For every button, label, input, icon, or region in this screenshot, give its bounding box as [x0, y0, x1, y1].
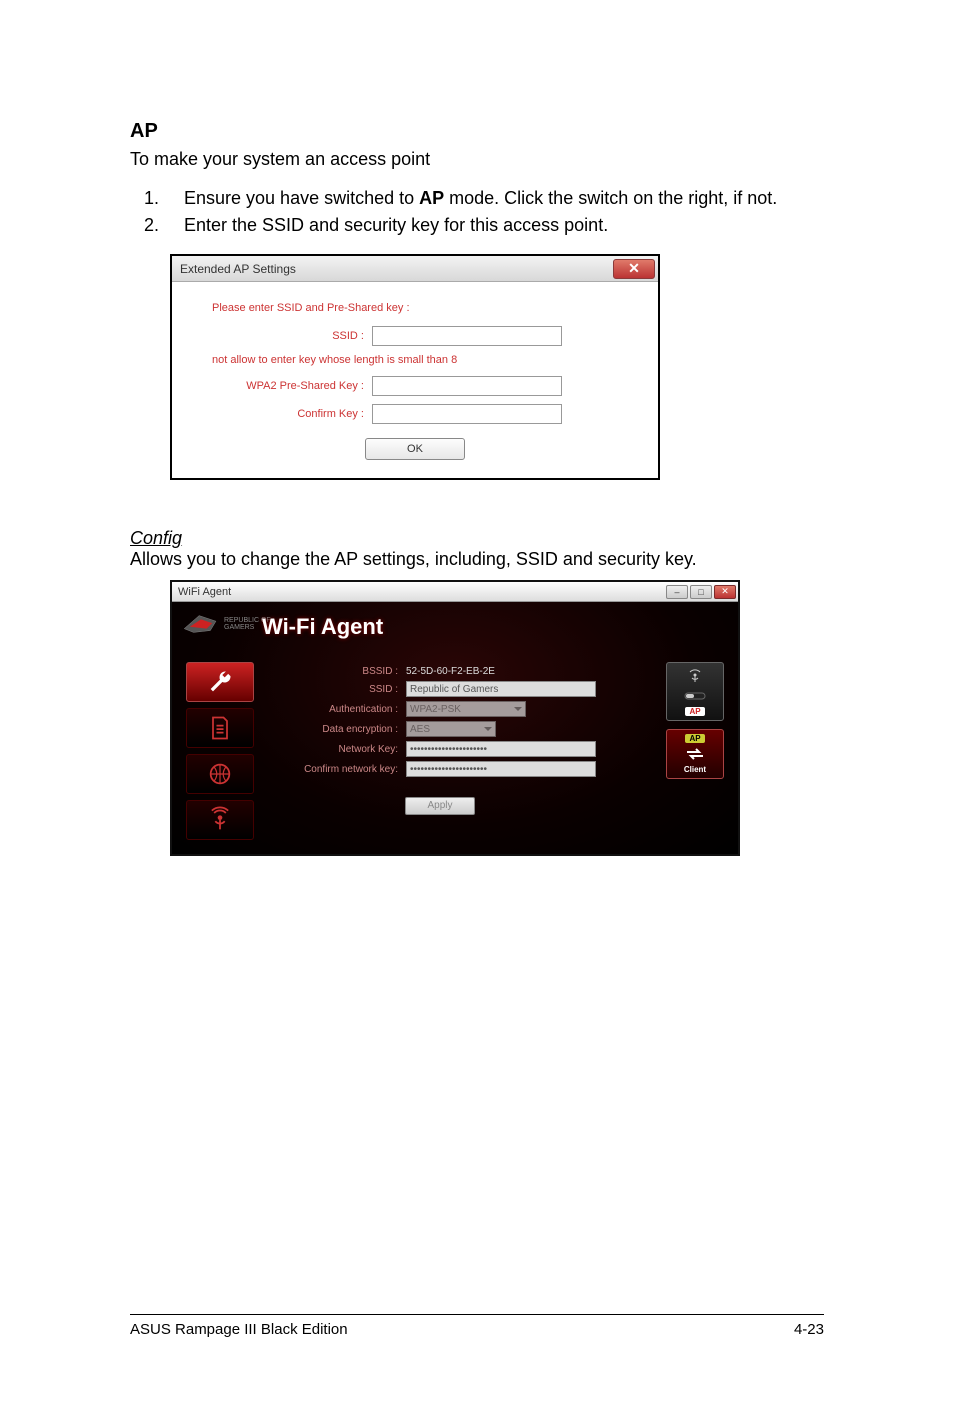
ssid-label: SSID : — [286, 684, 406, 695]
config-description: Allows you to change the AP settings, in… — [130, 549, 824, 570]
config-heading: Config — [130, 528, 824, 549]
minimize-button[interactable]: – — [666, 585, 688, 599]
ssid-input[interactable] — [372, 326, 562, 346]
mode-tag-ap: AP — [685, 707, 704, 716]
step-text-a: Enter the SSID and security key for this… — [184, 215, 608, 235]
bssid-value: 52-5D-60-F2-EB-2E — [406, 666, 596, 677]
section-heading: AP — [130, 120, 824, 143]
extended-ap-settings-dialog: Extended AP Settings ✕ Please enter SSID… — [170, 254, 660, 480]
close-button[interactable]: ✕ — [714, 585, 736, 599]
authentication-select[interactable]: WPA2-PSK — [406, 701, 526, 717]
confirm-key-input[interactable] — [372, 404, 562, 424]
rog-logo-icon — [182, 610, 220, 638]
apply-button[interactable]: Apply — [405, 797, 475, 815]
confirm-key-label: Confirm Key : — [212, 408, 372, 420]
sidebar-item-setup[interactable] — [186, 662, 254, 702]
app-title: Wi-Fi Agent — [262, 614, 383, 640]
mode-label-client: Client — [684, 765, 706, 774]
mode-switch-column: AP AP Client — [666, 662, 724, 840]
minimize-icon: – — [674, 587, 679, 597]
psk-label: WPA2 Pre-Shared Key : — [212, 380, 372, 392]
footer-right: 4-23 — [794, 1321, 824, 1338]
window-title: WiFi Agent — [178, 586, 231, 598]
section-subheading: To make your system an access point — [130, 149, 824, 170]
document-icon — [206, 714, 234, 742]
ok-button[interactable]: OK — [365, 438, 465, 460]
rog-logo-wrap: REPUBLIC OF GAMERS — [182, 610, 271, 638]
step-text-a: Ensure you have switched to — [184, 188, 419, 208]
sidebar-item-network[interactable] — [186, 754, 254, 794]
step-text: Ensure you have switched to AP mode. Cli… — [184, 188, 824, 209]
encryption-label: Data encryption : — [286, 724, 406, 735]
page-footer: ASUS Rampage III Black Edition 4-23 — [130, 1314, 824, 1338]
window-titlebar: WiFi Agent – □ ✕ — [172, 582, 738, 602]
steps-list: 1. Ensure you have switched to AP mode. … — [130, 188, 824, 236]
step-text: Enter the SSID and security key for this… — [184, 215, 824, 236]
mode-indicator-ap: AP — [666, 662, 724, 721]
ssid-input[interactable] — [406, 681, 596, 697]
close-icon: ✕ — [628, 260, 640, 277]
footer-left: ASUS Rampage III Black Edition — [130, 1321, 348, 1338]
dialog-titlebar: Extended AP Settings ✕ — [172, 256, 658, 282]
switch-icon — [683, 687, 707, 705]
maximize-icon: □ — [698, 587, 703, 597]
ssid-label: SSID : — [212, 330, 372, 342]
mode-switch-client[interactable]: AP Client — [666, 729, 724, 779]
close-button[interactable]: ✕ — [613, 259, 655, 279]
dialog-title: Extended AP Settings — [180, 262, 296, 276]
confirm-network-key-label: Confirm network key: — [286, 764, 406, 775]
wifi-agent-window: WiFi Agent – □ ✕ REPUBLIC OF GAMERS Wi-F… — [170, 580, 740, 856]
network-key-input[interactable] — [406, 741, 596, 757]
network-key-label: Network Key: — [286, 744, 406, 755]
step-text-b: mode. Click the switch on the right, if … — [444, 188, 777, 208]
ap-config-form: BSSID : 52-5D-60-F2-EB-2E SSID : Authent… — [266, 662, 654, 840]
step-number: 2. — [144, 215, 184, 236]
maximize-button[interactable]: □ — [690, 585, 712, 599]
dialog-instruction: Please enter SSID and Pre-Shared key : — [212, 302, 618, 314]
step-row: 1. Ensure you have switched to AP mode. … — [144, 188, 824, 209]
sidebar-item-profile[interactable] — [186, 708, 254, 748]
key-length-note: not allow to enter key whose length is s… — [212, 354, 618, 366]
psk-input[interactable] — [372, 376, 562, 396]
step-number: 1. — [144, 188, 184, 209]
globe-icon — [206, 760, 234, 788]
step-row: 2. Enter the SSID and security key for t… — [144, 215, 824, 236]
mode-tag-ap-small: AP — [685, 734, 704, 743]
arrows-icon — [683, 745, 707, 763]
encryption-select[interactable]: AES — [406, 721, 496, 737]
antenna-icon — [683, 667, 707, 685]
wrench-icon — [206, 668, 234, 696]
authentication-label: Authentication : — [286, 704, 406, 715]
bssid-label: BSSID : — [286, 666, 406, 677]
confirm-network-key-input[interactable] — [406, 761, 596, 777]
close-icon: ✕ — [721, 586, 729, 597]
step-text-bold: AP — [419, 188, 444, 208]
